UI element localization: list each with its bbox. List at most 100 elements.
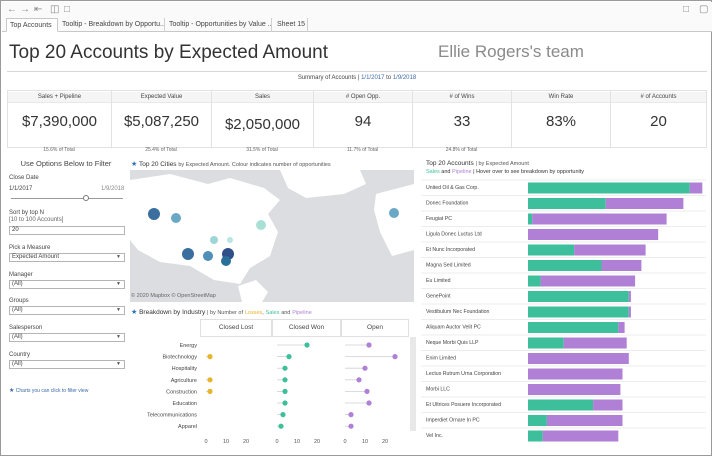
industry-dot[interactable] [278, 423, 284, 429]
industry-dot[interactable] [282, 365, 288, 371]
industry-dot[interactable] [392, 354, 398, 360]
star-icon: ★ [131, 161, 138, 168]
sales-bar[interactable] [528, 430, 543, 442]
city-dot[interactable] [203, 251, 213, 261]
salesperson-select[interactable]: (All) ▼ [9, 333, 125, 342]
revert-icon[interactable]: ⇤ [34, 4, 42, 15]
kpi-value: 20 [650, 113, 667, 130]
sales-bar[interactable] [528, 291, 629, 302]
city-dot[interactable] [389, 208, 399, 218]
pipeline-bar[interactable] [601, 260, 642, 271]
pipeline-bar[interactable] [563, 337, 627, 349]
pipeline-bar[interactable] [528, 229, 659, 240]
city-dot[interactable] [171, 213, 181, 223]
sales-bar[interactable] [528, 415, 547, 426]
dropdown-arrow-icon: ▼ [116, 254, 121, 260]
account-label: Vel Inc. [426, 433, 443, 439]
pipeline-bar[interactable] [546, 415, 623, 426]
city-dot[interactable] [227, 237, 233, 243]
kpi-label: Sales + Pipeline [8, 92, 111, 103]
sales-bar[interactable] [528, 337, 564, 349]
industry-dot[interactable] [282, 377, 288, 383]
map-svg [130, 170, 414, 302]
sales-bar[interactable] [528, 275, 541, 287]
pipeline-bar[interactable] [605, 198, 684, 209]
refresh-icon[interactable]: ◫ [50, 4, 59, 15]
manager-select[interactable]: (All) ▼ [9, 280, 125, 289]
pipeline-bar[interactable] [628, 306, 631, 318]
redo-icon[interactable]: → [20, 4, 30, 15]
industry-dot[interactable] [207, 377, 213, 383]
sales-bar[interactable] [528, 244, 575, 256]
tab-tooltip-opportunities[interactable]: Tooltip - Opportunities by Value ... [166, 18, 272, 32]
pipeline-bar[interactable] [528, 353, 629, 364]
city-dot[interactable] [148, 208, 160, 220]
city-dot[interactable] [210, 236, 218, 244]
industry-dot[interactable] [366, 400, 372, 406]
tab-sheet-15[interactable]: Sheet 15 [274, 18, 308, 32]
sort-label: Sort by top N [9, 210, 45, 216]
undo-icon[interactable]: ← [7, 4, 17, 15]
legend-pipeline: Pipeline [292, 310, 312, 316]
account-label: Magna Sed Limited [426, 263, 471, 269]
industry-dot[interactable] [348, 412, 354, 418]
sales-bar[interactable] [528, 182, 690, 194]
pause-icon[interactable]: □ [64, 4, 70, 15]
city-dot[interactable] [221, 256, 231, 266]
industry-x-tick: 20 [243, 439, 249, 445]
industry-dot[interactable] [348, 423, 354, 429]
pipeline-bar[interactable] [628, 291, 631, 302]
sales-bar[interactable] [528, 322, 619, 333]
industry-label: Biotechnology [162, 355, 197, 361]
industry-dot[interactable] [286, 354, 292, 360]
tab-top-accounts[interactable]: Top Accounts [6, 18, 58, 32]
kpi-value: $7,390,000 [21, 113, 98, 130]
city-dot[interactable] [182, 248, 194, 260]
city-dot[interactable] [256, 220, 266, 230]
groups-select[interactable]: (All) ▼ [9, 306, 125, 315]
summary-to: to [386, 75, 392, 81]
sales-bar[interactable] [528, 260, 602, 271]
industry-dot[interactable] [282, 400, 288, 406]
date-slider-track[interactable] [11, 198, 123, 199]
tab-tooltip-breakdown[interactable]: Tooltip - Breakdown by Opportu... [59, 18, 165, 32]
industry-dot[interactable] [362, 365, 368, 371]
industry-label: Education [173, 401, 197, 407]
summary-start-date: 1/1/2017 [361, 75, 385, 81]
sales-bar[interactable] [528, 399, 594, 411]
industry-dots-svg: Energy Biotechnology Hospitality Agricultur… [147, 342, 398, 445]
pipeline-bar[interactable] [689, 182, 703, 194]
industry-dot[interactable] [356, 377, 362, 383]
industry-dot[interactable] [304, 342, 310, 348]
salesperson-label: Salesperson [9, 325, 43, 331]
sort-input[interactable]: 20 [9, 226, 125, 235]
measure-select[interactable]: Expected Amount ▼ [9, 253, 125, 262]
sales-bar[interactable] [528, 213, 533, 225]
date-slider-handle[interactable] [83, 195, 89, 201]
sort-hint: [10 to 100 Accounts] [9, 217, 64, 223]
pipeline-bar[interactable] [528, 368, 623, 380]
industry-dot[interactable] [207, 388, 213, 394]
industry-dot[interactable] [280, 412, 286, 418]
kpi-value: 83% [545, 113, 577, 130]
industry-dot[interactable] [366, 342, 372, 348]
pipeline-bar[interactable] [528, 384, 621, 395]
pipeline-bar[interactable] [574, 244, 646, 256]
pipeline-bar[interactable] [618, 322, 625, 333]
pipeline-bar[interactable] [593, 399, 623, 411]
cities-map[interactable] [130, 170, 414, 302]
industry-dot[interactable] [207, 354, 213, 360]
industry-dot[interactable] [282, 388, 288, 394]
country-select[interactable]: (All) ▼ [9, 360, 125, 369]
pipeline-bar[interactable] [540, 275, 636, 287]
fullscreen-icon[interactable]: ▢ [699, 4, 708, 15]
industry-dot[interactable] [364, 388, 370, 394]
pipeline-bar[interactable] [542, 430, 619, 442]
sales-bar[interactable] [528, 306, 629, 318]
comment-icon[interactable]: □ [683, 4, 689, 15]
map-subtitle: by Expected Amount. Colour indicates num… [178, 162, 331, 168]
country-value: (All) [12, 361, 23, 367]
account-label: Imperdiet Ornare In PC [426, 418, 480, 424]
pipeline-bar[interactable] [532, 213, 667, 225]
sales-bar[interactable] [528, 198, 606, 209]
